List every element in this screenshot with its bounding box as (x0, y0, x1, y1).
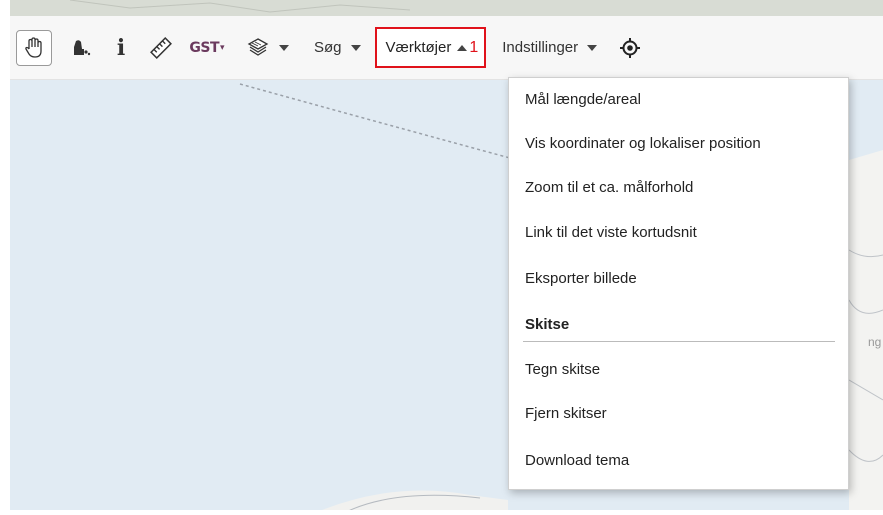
gst-menu-button[interactable]: GST ▾ (184, 28, 230, 68)
ruler-icon (150, 36, 172, 59)
page-bottom-margin (0, 510, 883, 515)
chevron-down-icon (278, 44, 289, 51)
menu-item-coordinates[interactable]: Vis koordinater og lokaliser position (525, 133, 845, 155)
tools-menu-label: Værktøjer (385, 39, 452, 56)
gst-caret-icon: ▾ (220, 42, 225, 52)
pan-hand-icon (25, 36, 42, 58)
chevron-down-icon (350, 44, 361, 51)
page-margin (0, 0, 10, 515)
menu-item-download-theme[interactable]: Download tema (525, 450, 845, 472)
measure-tool-button[interactable] (144, 28, 178, 68)
info-icon: i (116, 34, 126, 61)
locate-button[interactable] (613, 28, 647, 68)
menu-item-remove-sketches[interactable]: Fjern skitser (525, 403, 845, 425)
menu-item-export-image[interactable]: Eksporter billede (525, 268, 845, 290)
menu-section-header: Skitse (525, 316, 570, 333)
identify-figure-icon (74, 39, 91, 55)
settings-menu-label: Indstillinger (502, 39, 579, 56)
search-menu-label: Søg (314, 39, 342, 56)
menu-divider (523, 341, 835, 342)
tools-menu-button[interactable]: Værktøjer 1 (374, 27, 487, 68)
settings-menu-button[interactable]: Indstillinger (492, 28, 607, 68)
identify-tool-button[interactable] (64, 28, 98, 68)
pan-tool-button[interactable] (16, 29, 52, 66)
info-tool-button[interactable]: i (104, 28, 138, 68)
layers-icon (247, 37, 268, 56)
annotation-badge: 1 (469, 38, 479, 56)
chevron-up-icon (457, 44, 468, 51)
target-locate-icon (620, 37, 641, 58)
map-place-label: ng (868, 335, 882, 349)
search-menu-button[interactable]: Søg (304, 28, 371, 68)
menu-item-link[interactable]: Link til det viste kortudsnit (525, 222, 845, 244)
chevron-down-icon (587, 44, 598, 51)
menu-item-zoom-scale[interactable]: Zoom til et ca. målforhold (525, 177, 845, 199)
map-toolbar: i GST ▾ Søg Værktøjer 1 Indstillinger (10, 16, 883, 80)
layers-menu-button[interactable] (240, 28, 294, 68)
menu-item-measure[interactable]: Mål længde/areal (525, 89, 845, 111)
tools-dropdown-menu: Mål længde/areal Vis koordinater og loka… (508, 77, 849, 490)
gst-logo: GST (189, 39, 220, 56)
menu-item-draw-sketch[interactable]: Tegn skitse (525, 359, 845, 381)
